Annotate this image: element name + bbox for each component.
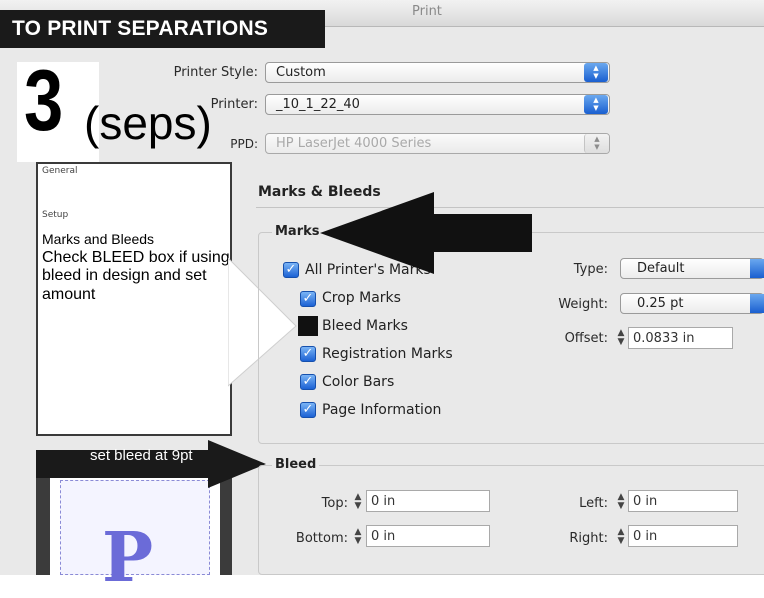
bleed-bottom-label: Bottom: [295, 531, 348, 546]
popup-arrows-icon [750, 294, 764, 313]
check-icon: ✓ [285, 262, 297, 277]
bleed-top-stepper[interactable]: ▲ ▼ [351, 493, 365, 513]
left-arrow-icon [320, 192, 532, 274]
printer-popup[interactable]: _10_1_22_40 ▲ ▼ [265, 94, 610, 115]
bleed-right-stepper[interactable]: ▲ ▼ [614, 528, 628, 548]
bleed-top-value: 0 in [371, 494, 396, 509]
weight-popup[interactable]: 0.25 pt [620, 293, 764, 314]
checkbox-bleed-marks[interactable] [298, 316, 318, 336]
section-item-general[interactable]: General [42, 166, 77, 176]
check-icon: ✓ [302, 402, 314, 417]
section-item-setup[interactable]: Setup [42, 210, 68, 220]
window-title: Print [412, 4, 442, 19]
bleed-bottom-value: 0 in [371, 529, 396, 544]
marks-group-title: Marks [272, 224, 323, 239]
checkbox-label: Crop Marks [322, 290, 401, 306]
bleed-left-value: 0 in [633, 494, 658, 509]
offset-stepper[interactable]: ▲ ▼ [614, 329, 628, 349]
bleed-bottom-stepper[interactable]: ▲ ▼ [351, 528, 365, 548]
checkbox-color-bars[interactable]: ✓ [300, 374, 316, 390]
printer-style-value: Custom [276, 65, 326, 80]
bleed-left-input[interactable]: 0 in [628, 490, 738, 512]
side-arrow-text: set bleed at 9pt [90, 447, 193, 464]
weight-label: Weight: [558, 297, 608, 312]
popup-arrows-icon: ▲ ▼ [584, 134, 609, 153]
popup-arrows-icon: ▲ ▼ [584, 95, 608, 114]
preview-letter: P [102, 518, 154, 598]
checkbox-label: Bleed Marks [322, 318, 408, 334]
ppd-value: HP LaserJet 4000 Series [276, 136, 432, 151]
banner-text: TO PRINT SEPARATIONS [12, 17, 269, 40]
section-item-marks-and-bleeds: Marks and Bleeds [42, 231, 155, 247]
check-icon: ✓ [302, 374, 314, 389]
offset-value: 0.0833 in [633, 331, 695, 346]
popup-arrows-icon [750, 259, 764, 278]
check-icon: ✓ [302, 346, 314, 361]
offset-input[interactable]: 0.0833 in [628, 327, 733, 349]
bleed-group-title: Bleed [272, 457, 320, 472]
checkbox-page-information[interactable]: ✓ [300, 402, 316, 418]
bleed-right-value: 0 in [633, 529, 658, 544]
checkbox-label: Registration Marks [322, 346, 453, 362]
ppd-label: PPD: [230, 137, 258, 151]
weight-value: 0.25 pt [637, 296, 684, 311]
ppd-popup[interactable]: HP LaserJet 4000 Series ▲ ▼ [265, 133, 610, 154]
bleed-right-input[interactable]: 0 in [628, 525, 738, 547]
printer-style-label: Printer Style: [173, 65, 258, 80]
bleed-group [258, 465, 764, 575]
checkbox-all-printers-marks[interactable]: ✓ [283, 262, 299, 278]
printer-style-popup[interactable]: Custom ▲ ▼ [265, 62, 610, 83]
bleed-left-label: Left: [579, 496, 608, 511]
checkbox-label: Color Bars [322, 374, 395, 390]
bleed-left-stepper[interactable]: ▲ ▼ [614, 493, 628, 513]
popup-arrows-icon: ▲ ▼ [584, 63, 608, 82]
bleed-top-label: Top: [321, 496, 348, 511]
type-popup[interactable]: Default [620, 258, 764, 279]
step-number: 3 [24, 53, 64, 149]
callout-text: Check BLEED box if using bleed in design… [42, 248, 230, 303]
printer-value: _10_1_22_40 [276, 97, 360, 112]
checkbox-crop-marks[interactable]: ✓ [300, 291, 316, 307]
check-icon: ✓ [302, 291, 314, 306]
bleed-right-label: Right: [569, 531, 608, 546]
bleed-bottom-input[interactable]: 0 in [366, 525, 490, 547]
callout: Marks and Bleeds Check BLEED box if usin… [42, 230, 242, 304]
type-value: Default [637, 261, 685, 276]
checkbox-registration-marks[interactable]: ✓ [300, 346, 316, 362]
offset-label: Offset: [564, 331, 608, 346]
checkbox-label: Page Information [322, 402, 442, 418]
printer-label: Printer: [210, 97, 258, 112]
bleed-top-input[interactable]: 0 in [366, 490, 490, 512]
